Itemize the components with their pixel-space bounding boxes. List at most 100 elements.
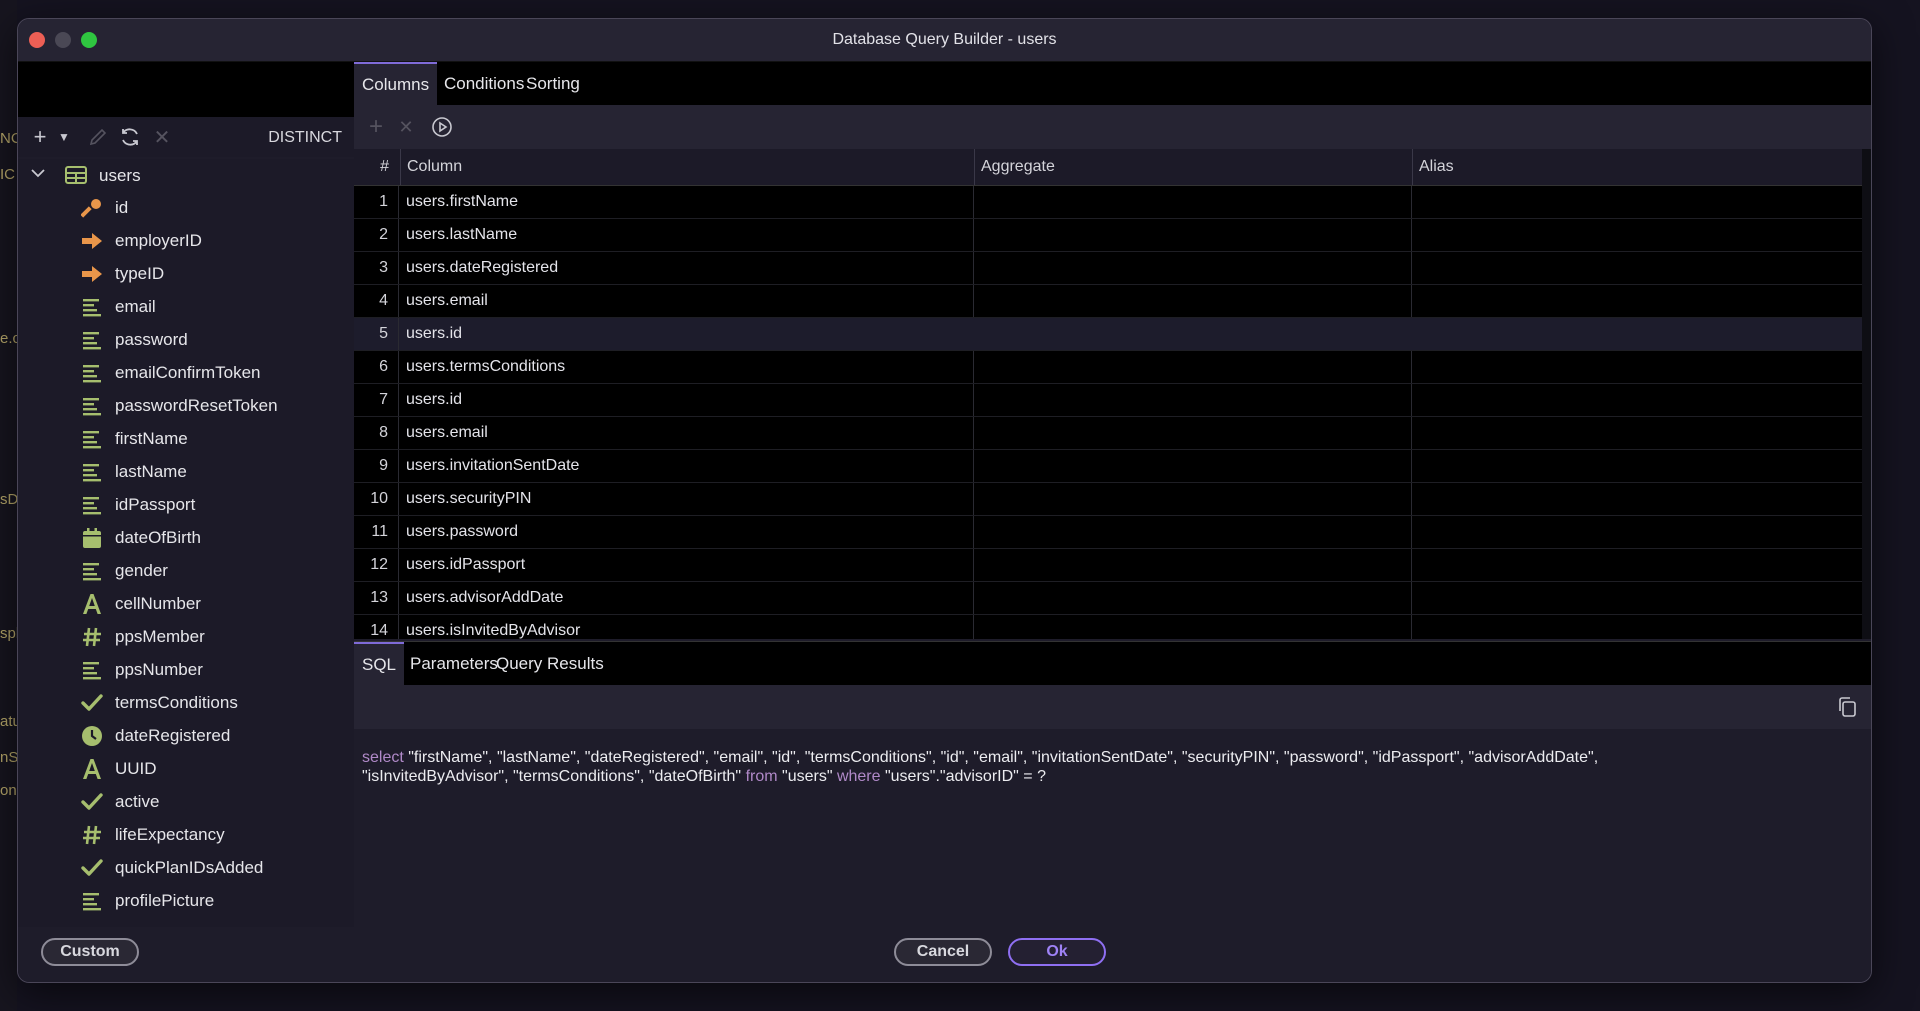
table-row[interactable]: 11 users.password (354, 516, 1862, 549)
aggregate-cell[interactable] (974, 615, 1412, 639)
alias-cell[interactable] (1412, 219, 1862, 251)
tree-field-profilePicture[interactable]: profilePicture (18, 884, 354, 916)
alias-cell[interactable] (1412, 549, 1862, 581)
sql-query-text[interactable]: select "firstName", "lastName", "dateReg… (362, 748, 1812, 786)
column-cell[interactable]: users.securityPIN (400, 483, 974, 515)
remove-column-icon[interactable]: ✕ (394, 115, 418, 139)
table-row[interactable]: 4 users.email (354, 285, 1862, 318)
tab-sorting[interactable]: Sorting (518, 62, 588, 105)
tree-field-termsConditions[interactable]: termsConditions (18, 686, 354, 718)
header-aggregate[interactable]: Aggregate (974, 149, 1413, 185)
aggregate-cell[interactable] (974, 417, 1412, 449)
column-cell[interactable]: users.advisorAddDate (400, 582, 974, 614)
play-icon[interactable] (430, 115, 454, 139)
header-column[interactable]: Column (400, 149, 975, 185)
tree-field-dateRegistered[interactable]: dateRegistered (18, 719, 354, 751)
tab-columns[interactable]: Columns (354, 62, 438, 105)
cancel-button[interactable]: Cancel (894, 938, 992, 966)
alias-cell[interactable] (1412, 483, 1862, 515)
column-cell[interactable]: users.dateRegistered (400, 252, 974, 284)
column-cell[interactable]: users.invitationSentDate (400, 450, 974, 482)
alias-cell[interactable] (1412, 417, 1862, 449)
aggregate-cell[interactable] (974, 252, 1412, 284)
add-column-icon[interactable]: + (364, 113, 388, 140)
aggregate-cell[interactable] (974, 351, 1412, 383)
refresh-icon[interactable] (118, 125, 142, 149)
tree-field-quickPlanIDsAdded[interactable]: quickPlanIDsAdded (18, 851, 354, 883)
tree-field-email[interactable]: email (18, 290, 354, 322)
tree-field-ppsNumber[interactable]: ppsNumber (18, 653, 354, 685)
table-row[interactable]: 3 users.dateRegistered (354, 252, 1862, 285)
table-row[interactable]: 1 users.firstName (354, 186, 1862, 219)
table-row[interactable]: 14 users.isInvitedByAdvisor (354, 615, 1862, 639)
tree-field-password[interactable]: password (18, 323, 354, 355)
tree-field-lastName[interactable]: lastName (18, 455, 354, 487)
sql-editor[interactable]: select "firstName", "lastName", "dateReg… (354, 730, 1871, 927)
aggregate-cell[interactable] (974, 219, 1412, 251)
custom-button[interactable]: Custom (41, 938, 139, 966)
column-cell[interactable]: users.password (400, 516, 974, 548)
column-cell[interactable]: users.id (400, 384, 974, 416)
alias-cell[interactable] (1412, 582, 1862, 614)
table-row[interactable]: 5 users.id (354, 318, 1862, 351)
chevron-down-icon[interactable]: ▼ (52, 125, 76, 149)
alias-cell[interactable] (1412, 285, 1862, 317)
aggregate-cell[interactable] (974, 384, 1412, 416)
tree-field-cellNumber[interactable]: cellNumber (18, 587, 354, 619)
tab-query-results[interactable]: Query Results (488, 642, 612, 685)
aggregate-cell[interactable] (974, 186, 1412, 218)
column-cell[interactable]: users.termsConditions (400, 351, 974, 383)
alias-cell[interactable] (1412, 351, 1862, 383)
tab-sql[interactable]: SQL (354, 642, 405, 685)
distinct-toggle[interactable]: DISTINCT (268, 129, 342, 147)
alias-cell[interactable] (1412, 450, 1862, 482)
pencil-icon[interactable] (86, 125, 110, 149)
column-cell[interactable]: users.firstName (400, 186, 974, 218)
header-alias[interactable]: Alias (1412, 149, 1863, 185)
table-row[interactable]: 2 users.lastName (354, 219, 1862, 252)
tree-field-id[interactable]: id (18, 191, 354, 223)
plus-icon[interactable]: + (28, 124, 52, 149)
tree-field-UUID[interactable]: UUID (18, 752, 354, 784)
table-row[interactable]: 8 users.email (354, 417, 1862, 450)
alias-cell[interactable] (1412, 615, 1862, 639)
aggregate-cell[interactable] (974, 516, 1412, 548)
column-cell[interactable]: users.email (400, 285, 974, 317)
aggregate-cell[interactable] (974, 582, 1412, 614)
tree-field-active[interactable]: active (18, 785, 354, 817)
aggregate-cell[interactable] (974, 318, 1412, 350)
alias-cell[interactable] (1412, 186, 1862, 218)
column-cell[interactable]: users.isInvitedByAdvisor (400, 615, 974, 639)
tree-field-lifeExpectancy[interactable]: lifeExpectancy (18, 818, 354, 850)
table-row[interactable]: 6 users.termsConditions (354, 351, 1862, 384)
aggregate-cell[interactable] (974, 450, 1412, 482)
table-row[interactable]: 12 users.idPassport (354, 549, 1862, 582)
copy-icon[interactable] (1835, 695, 1859, 719)
tree-table-users[interactable]: users (18, 159, 354, 191)
alias-cell[interactable] (1412, 318, 1862, 350)
close-icon[interactable]: ✕ (150, 125, 174, 149)
tree-field-passwordResetToken[interactable]: passwordResetToken (18, 389, 354, 421)
tree-field-idPassport[interactable]: idPassport (18, 488, 354, 520)
tree-field-ppsMember[interactable]: ppsMember (18, 620, 354, 652)
tree-field-gender[interactable]: gender (18, 554, 354, 586)
aggregate-cell[interactable] (974, 549, 1412, 581)
tree-field-dateOfBirth[interactable]: dateOfBirth (18, 521, 354, 553)
column-cell[interactable]: users.id (400, 318, 974, 350)
table-row[interactable]: 7 users.id (354, 384, 1862, 417)
tree-field-employerID[interactable]: employerID (18, 224, 354, 256)
table-row[interactable]: 9 users.invitationSentDate (354, 450, 1862, 483)
ok-button[interactable]: Ok (1008, 938, 1106, 966)
column-cell[interactable]: users.idPassport (400, 549, 974, 581)
aggregate-cell[interactable] (974, 285, 1412, 317)
chevron-down-icon[interactable] (30, 165, 46, 186)
tree-field-emailConfirmToken[interactable]: emailConfirmToken (18, 356, 354, 388)
tree-field-firstName[interactable]: firstName (18, 422, 354, 454)
column-cell[interactable]: users.email (400, 417, 974, 449)
tree-field-typeID[interactable]: typeID (18, 257, 354, 289)
alias-cell[interactable] (1412, 384, 1862, 416)
table-row[interactable]: 10 users.securityPIN (354, 483, 1862, 516)
alias-cell[interactable] (1412, 252, 1862, 284)
table-row[interactable]: 13 users.advisorAddDate (354, 582, 1862, 615)
grid-scrollbar[interactable] (1862, 149, 1871, 639)
